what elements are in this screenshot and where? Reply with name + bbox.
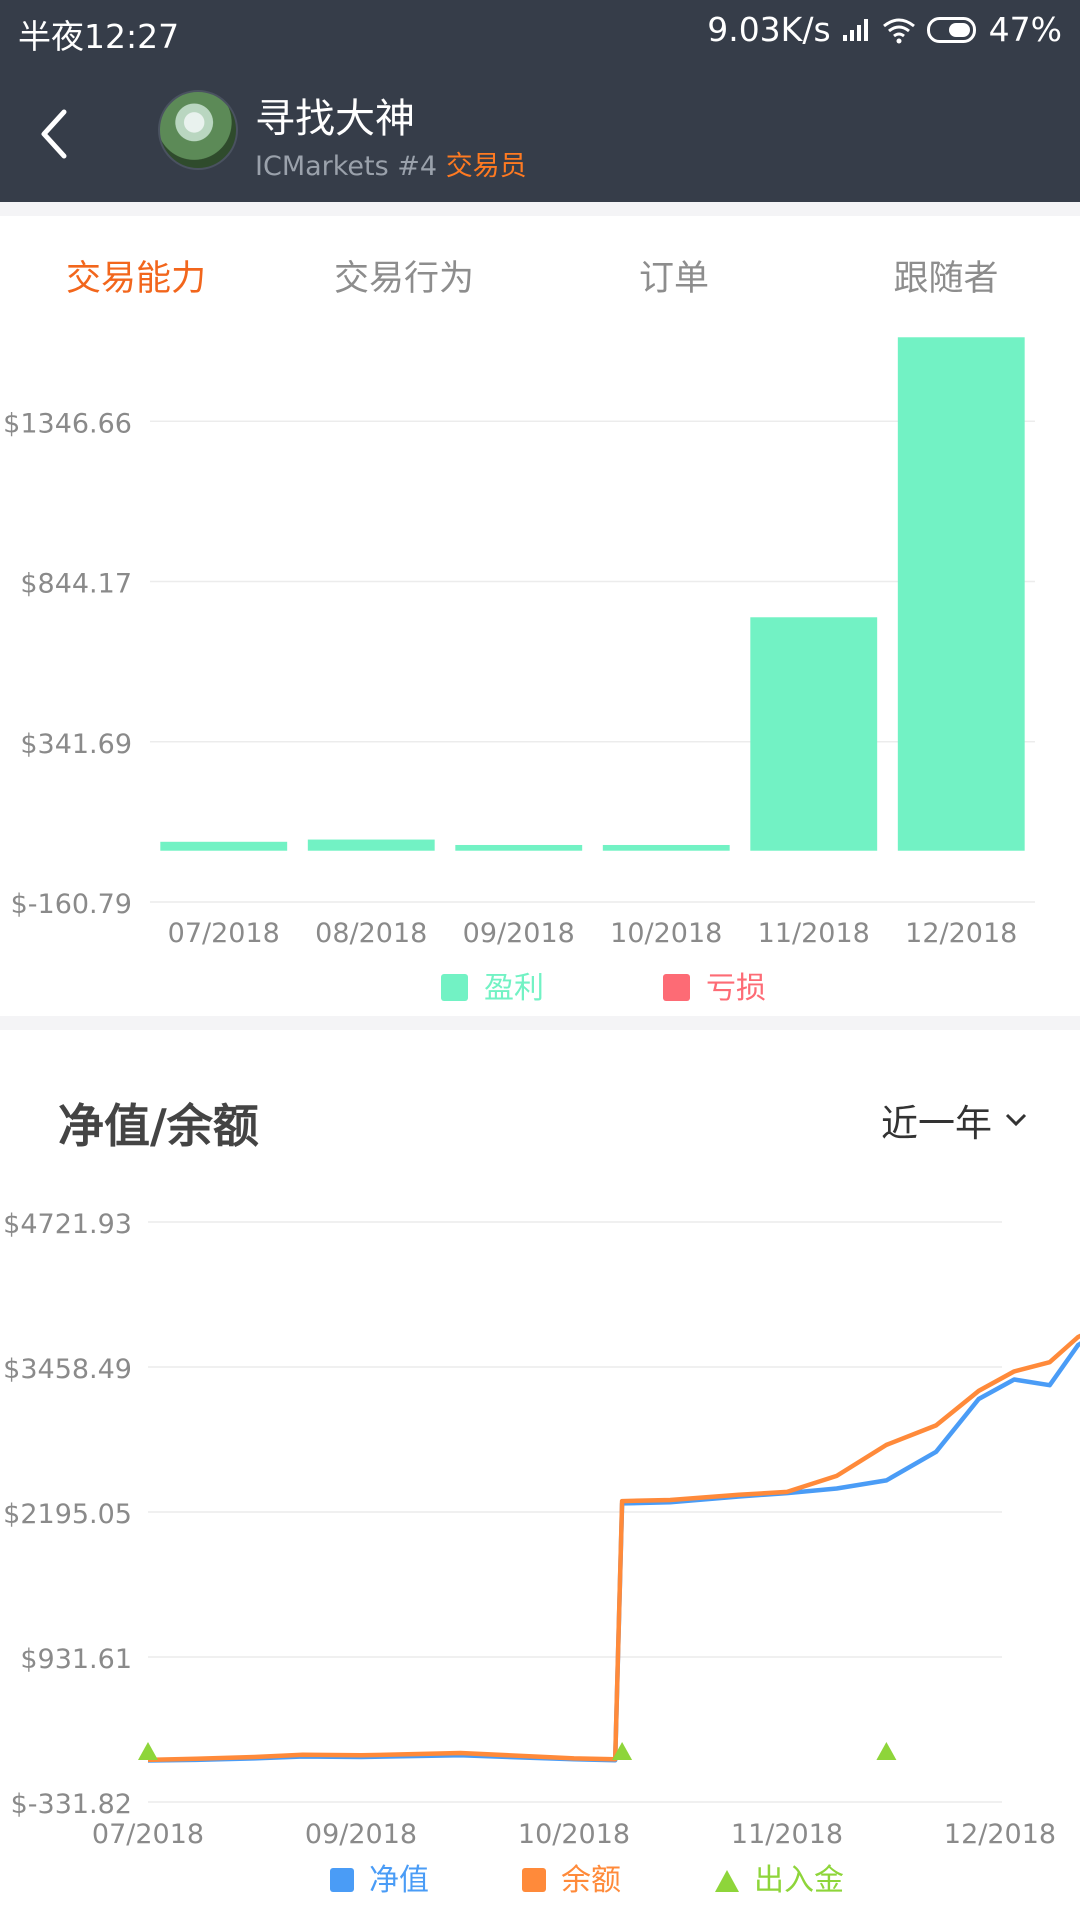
bar xyxy=(602,844,730,851)
deposit-marker xyxy=(876,1742,897,1760)
y-tick-label: $844.17 xyxy=(20,569,132,600)
legend-marker xyxy=(715,1870,739,1892)
status-net-speed: 9.03K/s xyxy=(707,10,831,49)
equity-balance-chart: $-331.82 $931.61 $2195.05 $3458.49 $4721.93 0… xyxy=(0,1190,1080,1920)
section-title: 净值/余额 xyxy=(58,1099,259,1153)
tab-trading-behavior[interactable]: 交易行为 xyxy=(334,250,474,301)
trader-name: 寻找大神 xyxy=(255,96,415,142)
status-bar: 半夜12:27 9.03K/s 47% xyxy=(0,0,1080,62)
legend-label: 盈利 xyxy=(484,971,544,1006)
equity-balance-svg: $-331.82 $931.61 $2195.05 $3458.49 $4721.93 0… xyxy=(3,1209,1080,1898)
series-line xyxy=(147,1341,1080,1763)
x-tick-label: 09/2018 xyxy=(305,1819,417,1850)
x-tick-label: 07/2018 xyxy=(92,1819,204,1850)
bar xyxy=(307,839,435,851)
range-select-value: 近一年 xyxy=(881,1102,992,1145)
x-tick-label: 12/2018 xyxy=(905,918,1017,949)
legend-swatch xyxy=(522,1868,546,1892)
y-tick-label: $4721.93 xyxy=(3,1209,132,1240)
signal-icon xyxy=(842,18,868,41)
y-tick-label: $-331.82 xyxy=(11,1789,132,1820)
divider xyxy=(0,202,1080,216)
tab-trading-ability[interactable]: 交易能力 xyxy=(66,250,206,301)
back-button[interactable] xyxy=(30,92,100,172)
status-right-group: 9.03K/s 47% xyxy=(707,10,1062,49)
legend-swatch xyxy=(330,1868,354,1892)
bar xyxy=(160,841,288,851)
battery-percent: 47% xyxy=(988,10,1062,49)
status-time: 半夜12:27 xyxy=(18,17,180,56)
x-tick-label: 11/2018 xyxy=(731,1819,843,1850)
y-tick-label: $-160.79 xyxy=(11,889,132,920)
legend-label: 亏损 xyxy=(706,971,766,1006)
y-tick-label: $2195.05 xyxy=(3,1499,132,1530)
legend-label: 余额 xyxy=(561,1863,621,1898)
battery-icon xyxy=(926,16,976,43)
x-tick-label: 10/2018 xyxy=(518,1819,630,1850)
y-tick-label: $3458.49 xyxy=(3,1354,132,1385)
role-badge: 交易员 xyxy=(445,151,527,182)
y-tick-label: $1346.66 xyxy=(3,408,132,439)
range-select[interactable]: 近一年 xyxy=(881,1093,1028,1147)
monthly-profit-chart: $-160.79$341.69$844.17$1346.66$1849.1507… xyxy=(0,316,1080,1016)
deposit-marker xyxy=(138,1742,158,1760)
tab-followers[interactable]: 跟随者 xyxy=(893,250,998,301)
y-tick-label: $931.61 xyxy=(20,1644,132,1675)
wifi-icon xyxy=(882,18,915,43)
x-tick-label: 12/2018 xyxy=(944,1819,1056,1850)
x-tick-label: 07/2018 xyxy=(168,918,280,949)
y-tick-label: $341.69 xyxy=(20,729,132,760)
series-line xyxy=(147,1333,1080,1763)
bar xyxy=(455,844,583,851)
back-arrow-icon xyxy=(41,109,67,159)
x-tick-label: 11/2018 xyxy=(758,918,870,949)
bar xyxy=(897,337,1025,851)
legend-label: 出入金 xyxy=(754,1863,844,1898)
x-tick-label: 08/2018 xyxy=(315,918,427,949)
bar xyxy=(750,617,878,851)
trader-subtitle: ICMarkets #4 交易员 xyxy=(255,144,527,183)
avatar[interactable] xyxy=(158,90,238,170)
tab-bar: 交易能力 交易行为 订单 跟随者 xyxy=(0,216,1080,316)
account-label: ICMarkets #4 xyxy=(255,151,438,182)
legend-swatch xyxy=(663,974,690,1001)
x-tick-label: 10/2018 xyxy=(610,918,722,949)
monthly-profit-svg: $-160.79$341.69$844.17$1346.66$1849.1507… xyxy=(3,337,1035,1006)
divider xyxy=(0,1016,1080,1030)
legend-label: 净值 xyxy=(369,1863,429,1898)
tab-orders[interactable]: 订单 xyxy=(639,250,709,301)
x-tick-label: 09/2018 xyxy=(463,918,575,949)
legend-swatch xyxy=(441,974,468,1001)
chevron-down-icon xyxy=(1005,1113,1027,1127)
trader-header: 寻找大神 ICMarkets #4 交易员 xyxy=(0,62,1080,202)
